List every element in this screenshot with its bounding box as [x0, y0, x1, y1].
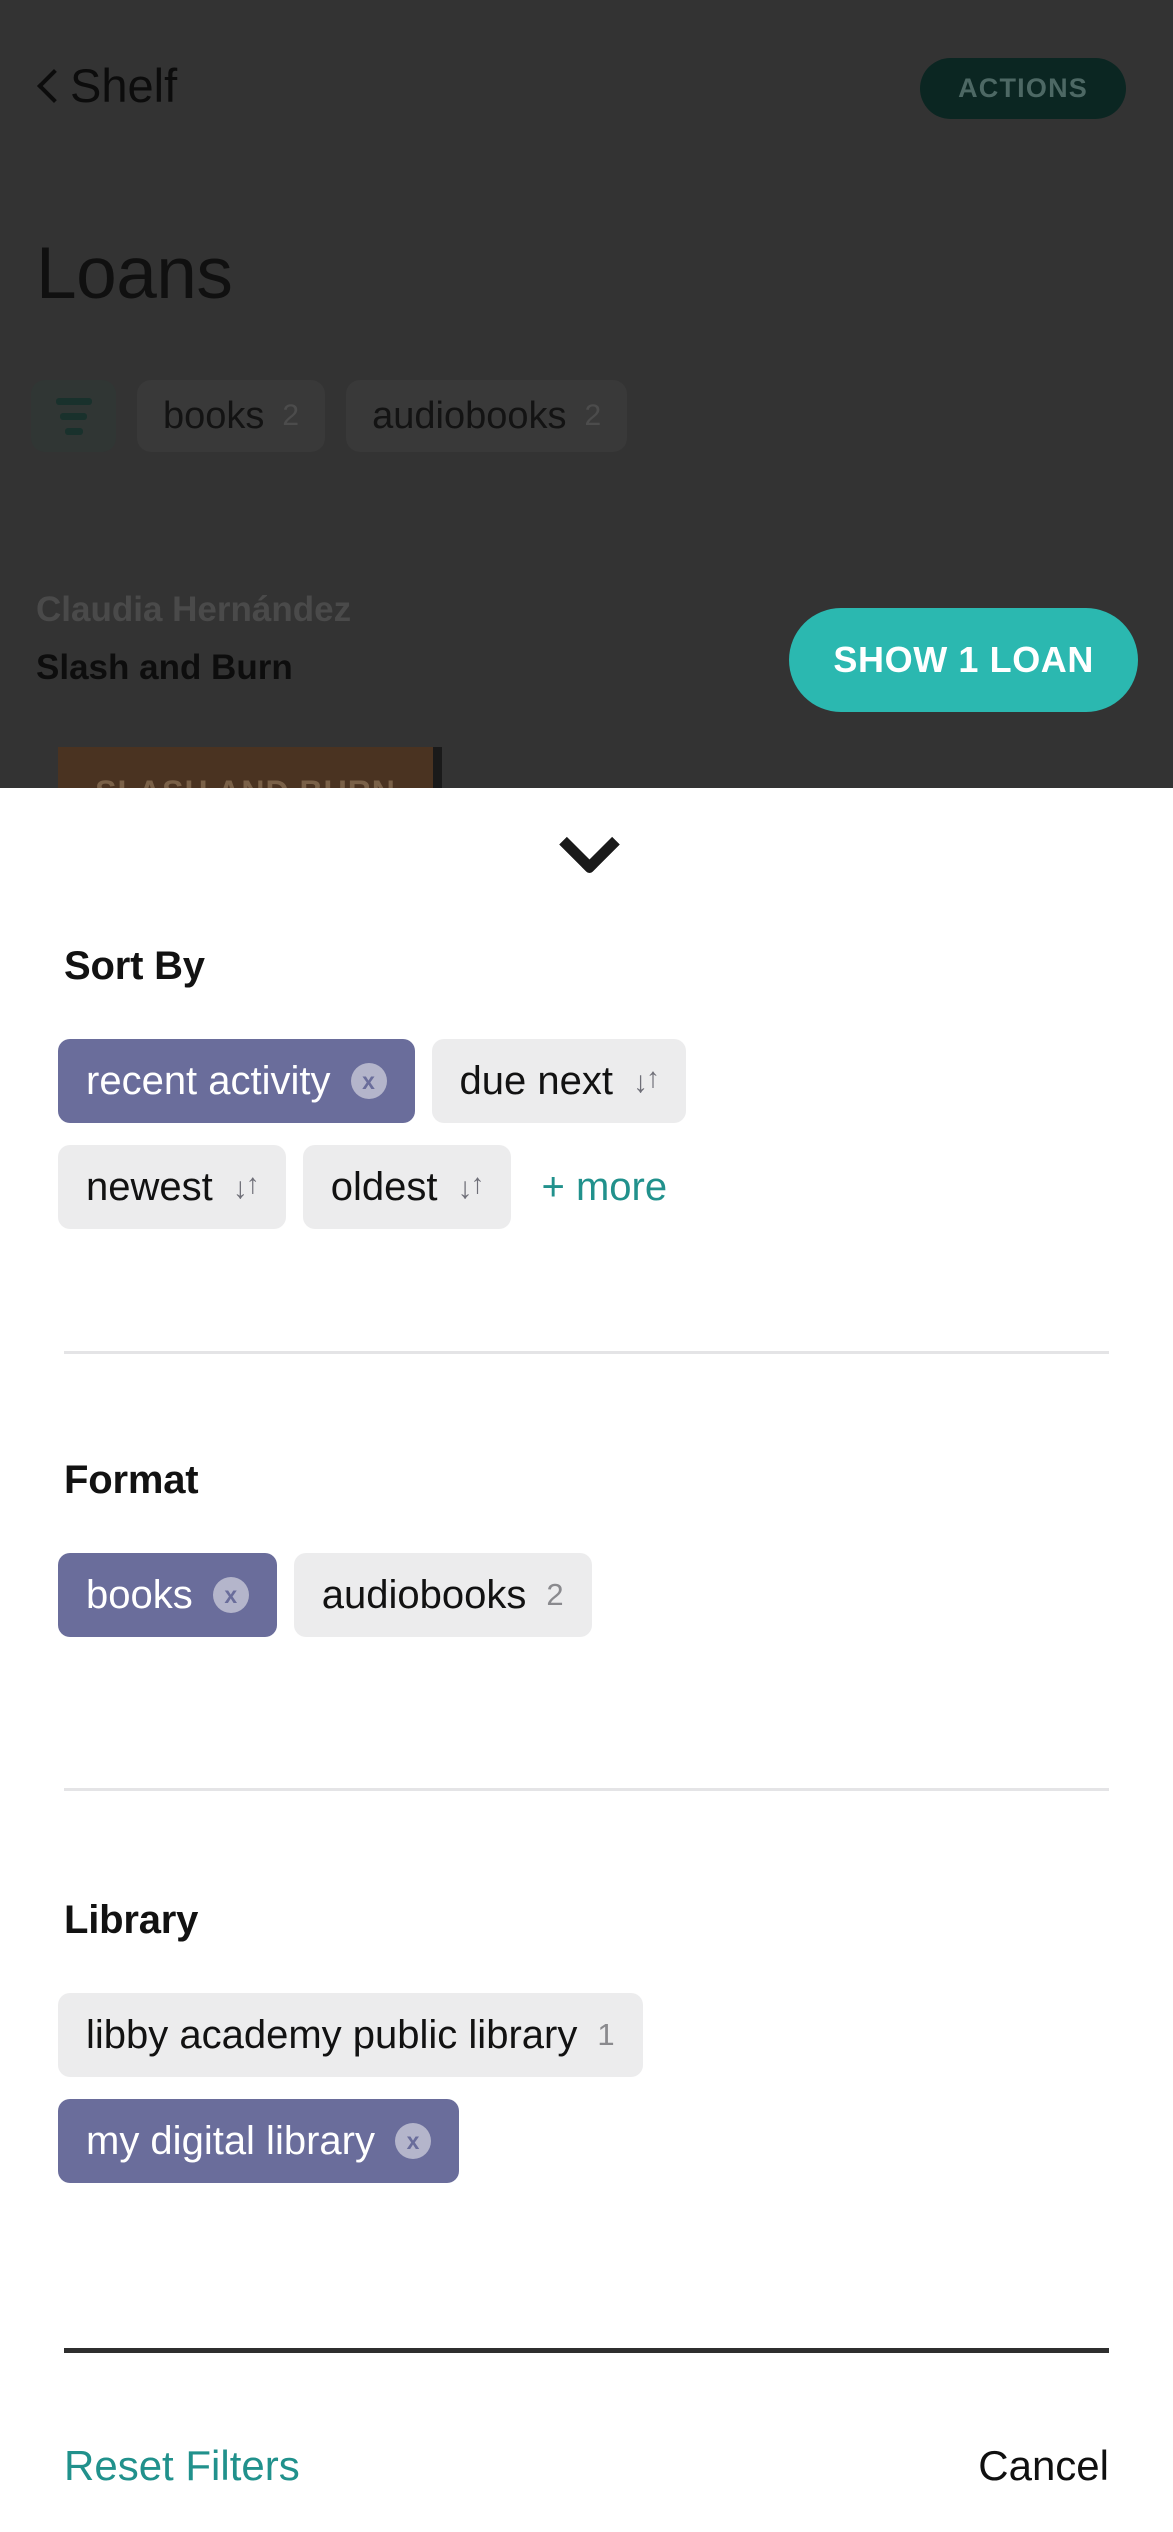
tab-audiobooks-count: 2: [584, 399, 602, 432]
chip-recent-activity-label: recent activity: [86, 1058, 331, 1103]
cancel-button[interactable]: Cancel: [978, 2442, 1109, 2490]
chip-library-my-digital-library[interactable]: my digital library x: [58, 2099, 459, 2183]
dimmed-background-app: Shelf ACTIONS Loans books 2 audiobooks 2: [0, 0, 1173, 800]
page-title: Loans: [36, 233, 233, 314]
chevron-left-icon: [36, 69, 56, 103]
chip-recent-activity[interactable]: recent activity x: [58, 1039, 415, 1123]
chip-format-audiobooks[interactable]: audiobooks 2: [293, 1553, 592, 1637]
section-library-title: Library: [64, 1898, 199, 1942]
format-chip-row: books x audiobooks 2: [58, 1553, 1173, 1637]
actions-button[interactable]: ACTIONS: [920, 58, 1126, 119]
tab-books-count: 2: [282, 399, 300, 432]
show-loan-button[interactable]: SHOW 1 LOAN: [789, 608, 1138, 712]
back-button-label: Shelf: [70, 59, 178, 112]
top-navigation-bar: Shelf ACTIONS: [0, 0, 1173, 175]
section-sort-by-title: Sort By: [64, 944, 205, 988]
sort-updown-icon: ↓ ↑: [232, 1168, 260, 1205]
sort-chip-row-1: recent activity x due next ↓ ↑: [58, 1039, 1173, 1123]
actions-button-label: ACTIONS: [958, 73, 1088, 103]
close-circle-icon[interactable]: x: [394, 2123, 431, 2159]
sort-line-3: [64, 427, 83, 435]
chip-oldest[interactable]: oldest ↓ ↑: [302, 1145, 511, 1229]
sheet-dismiss-handle[interactable]: [0, 806, 1173, 866]
tab-books[interactable]: books 2: [137, 380, 326, 452]
sheet-footer: Reset Filters Cancel: [0, 2442, 1173, 2490]
chip-format-books[interactable]: books x: [58, 1553, 277, 1637]
library-chip-row-1: libby academy public library 1: [58, 1993, 1173, 2077]
filter-tab-bar: books 2 audiobooks 2: [31, 380, 628, 452]
library-chip-row-2: my digital library x: [58, 2099, 1173, 2183]
show-loan-button-label: SHOW 1 LOAN: [833, 639, 1094, 680]
reset-filters-button[interactable]: Reset Filters: [64, 2442, 300, 2490]
close-circle-icon[interactable]: x: [350, 1063, 387, 1099]
tab-books-label: books: [163, 394, 265, 437]
loan-author: Claudia Hernández: [36, 590, 352, 629]
section-format: Format books x audiobooks 2: [0, 1458, 1173, 1637]
more-sort-options-link[interactable]: + more: [528, 1165, 682, 1210]
sort-lines-icon[interactable]: [31, 380, 116, 452]
chip-newest-label: newest: [86, 1164, 213, 1209]
section-format-title: Format: [64, 1458, 199, 1502]
sort-line-2: [60, 412, 87, 420]
chip-format-books-label: books: [86, 1572, 193, 1617]
chip-library-libby-academy[interactable]: libby academy public library 1: [58, 1993, 643, 2077]
chip-due-next-label: due next: [459, 1058, 613, 1103]
chevron-down-icon: [561, 823, 613, 849]
back-to-shelf-button[interactable]: Shelf: [36, 62, 177, 109]
chip-library-my-digital-library-label: my digital library: [86, 2118, 375, 2163]
chip-newest[interactable]: newest ↓ ↑: [58, 1145, 286, 1229]
chip-library-libby-academy-label: libby academy public library: [86, 2012, 578, 2057]
chip-format-audiobooks-label: audiobooks: [321, 1572, 527, 1617]
section-library: Library libby academy public library 1 m…: [0, 1898, 1173, 2183]
divider-format-library: [64, 1788, 1109, 1791]
divider-footer: [64, 2348, 1109, 2353]
chip-due-next[interactable]: due next ↓ ↑: [431, 1039, 686, 1123]
tab-audiobooks-label: audiobooks: [372, 394, 567, 437]
filter-bottom-sheet: Sort By recent activity x due next ↓ ↑ ne…: [0, 788, 1173, 2532]
sort-line-1: [55, 397, 92, 405]
loan-title: Slash and Burn: [36, 648, 293, 687]
tab-audiobooks[interactable]: audiobooks 2: [346, 380, 628, 452]
chip-library-libby-academy-count: 1: [597, 2017, 615, 2052]
sort-updown-icon: ↓ ↑: [633, 1062, 660, 1099]
app-screen: Shelf ACTIONS Loans books 2 audiobooks 2: [0, 0, 1173, 2532]
close-circle-icon[interactable]: x: [212, 1577, 249, 1613]
divider-sort-format: [64, 1351, 1109, 1354]
section-sort-by: Sort By recent activity x due next ↓ ↑ ne…: [0, 944, 1173, 1229]
sort-updown-icon: ↓ ↑: [457, 1168, 485, 1205]
sort-chip-row-2: newest ↓ ↑ oldest ↓ ↑ + more: [58, 1145, 1173, 1229]
chip-format-audiobooks-count: 2: [546, 1577, 564, 1612]
chip-oldest-label: oldest: [330, 1164, 438, 1209]
